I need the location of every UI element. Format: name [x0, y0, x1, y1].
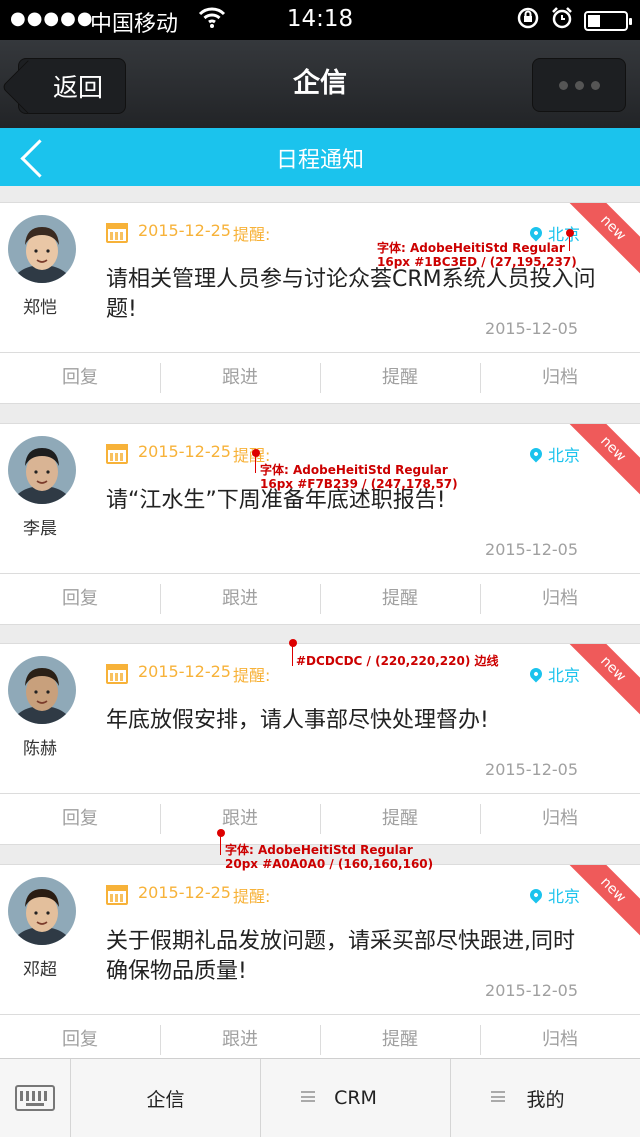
notification-card[interactable]: 郑恺 2015-12-25 提醒: 北京 new 请相关管理人员参与讨论众荟CR… [0, 202, 640, 404]
archive-button[interactable]: 归档 [480, 574, 640, 624]
user-name: 郑恺 [23, 298, 57, 318]
user-name: 李晨 [23, 519, 57, 539]
nav-bar: 返回 企信 [0, 40, 640, 128]
schedule-date: 2015-12-25 [138, 883, 231, 902]
annotation-line: 字体: AdobeHeitiStd Regular [260, 463, 448, 477]
remind-button[interactable]: 提醒 [320, 574, 480, 624]
annotation-leader [220, 833, 221, 855]
user-name: 陈赫 [23, 739, 57, 759]
keyboard-icon [15, 1085, 55, 1111]
avatar [8, 656, 76, 724]
bottom-tab-bar: 企信 CRM 我的 [0, 1058, 640, 1137]
sub-title: 日程通知 [275, 148, 364, 173]
calendar-icon [106, 664, 128, 684]
calendar-icon [106, 223, 128, 243]
annotation-marker [289, 639, 297, 647]
tab-crm[interactable]: CRM [261, 1059, 451, 1137]
location-pin-icon [527, 665, 545, 683]
design-annotation: 字体: AdobeHeitiStd Regular 16px #F7B239 / … [260, 463, 458, 491]
calendar-icon [106, 444, 128, 464]
menu-icon [491, 1091, 505, 1102]
tab-label: 企信 [146, 1088, 185, 1111]
location-pin-icon [527, 224, 545, 242]
annotation-line: 20px #A0A0A0 / (160,160,160) [225, 857, 434, 871]
remind-label[interactable]: 提醒: [233, 662, 270, 686]
annotation-line: 字体: AdobeHeitiStd Regular [377, 241, 565, 255]
battery-icon [584, 11, 632, 31]
remind-label[interactable]: 提醒: [233, 221, 270, 245]
location-label: 北京 [547, 446, 580, 465]
action-bar: 回复 跟进 提醒 归档 [0, 352, 640, 403]
location: 北京 [527, 883, 580, 907]
archive-button[interactable]: 归档 [480, 794, 640, 844]
tab-label: 我的 [526, 1088, 565, 1111]
location: 北京 [527, 442, 580, 466]
remind-button[interactable]: 提醒 [320, 794, 480, 844]
sent-date: 2015-12-05 [485, 760, 578, 779]
more-button[interactable] [532, 58, 626, 112]
tab-mine[interactable]: 我的 [451, 1059, 640, 1137]
avatar [8, 215, 76, 283]
action-bar: 回复 跟进 提醒 归档 [0, 573, 640, 624]
reply-button[interactable]: 回复 [0, 794, 160, 844]
location-label: 北京 [547, 887, 580, 906]
remind-label[interactable]: 提醒: [233, 883, 270, 907]
schedule-date: 2015-12-25 [138, 662, 231, 681]
annotation-line: 16px #F7B239 / (247,178,57) [260, 477, 458, 491]
remind-button[interactable]: 提醒 [320, 353, 480, 403]
annotation-marker [252, 449, 260, 457]
archive-button[interactable]: 归档 [480, 353, 640, 403]
sub-nav-bar: 日程通知 [0, 128, 640, 186]
keyboard-toggle[interactable] [0, 1059, 71, 1137]
annotation-leader [255, 453, 256, 473]
tab-label: CRM [334, 1087, 377, 1109]
avatar [8, 877, 76, 945]
rotation-lock-icon [516, 6, 540, 36]
user-name: 邓超 [23, 960, 57, 980]
alarm-icon [550, 6, 574, 36]
design-annotation: #DCDCDC / (220,220,220) 边线 [296, 654, 499, 668]
annotation-marker [566, 229, 574, 237]
follow-up-button[interactable]: 跟进 [160, 353, 320, 403]
calendar-icon [106, 885, 128, 905]
location: 北京 [527, 662, 580, 686]
location-pin-icon [527, 445, 545, 463]
annotation-leader [292, 643, 293, 666]
sent-date: 2015-12-05 [485, 319, 578, 338]
follow-up-button[interactable]: 跟进 [160, 794, 320, 844]
notification-card[interactable]: 陈赫 2015-12-25 提醒: 北京 new 年底放假安排，请人事部尽快处理… [0, 643, 640, 845]
sent-date: 2015-12-05 [485, 981, 578, 1000]
schedule-date: 2015-12-25 [138, 221, 231, 240]
message-text: 关于假期礼品发放问题，请采买部尽快跟进,同时确保物品质量! [106, 929, 575, 984]
action-bar: 回复 跟进 提醒 归档 [0, 793, 640, 844]
reply-button[interactable]: 回复 [0, 353, 160, 403]
more-dots-icon [558, 80, 568, 90]
design-annotation: 字体: AdobeHeitiStd Regular 16px #1BC3ED / … [377, 241, 577, 269]
message-text: 请相关管理人员参与讨论众荟CRM系统人员投入问题! [106, 267, 596, 322]
sent-date: 2015-12-05 [485, 540, 578, 559]
location-label: 北京 [547, 666, 580, 685]
annotation-line: 16px #1BC3ED / (27,195,237) [377, 255, 577, 269]
menu-icon [301, 1091, 315, 1102]
avatar [8, 436, 76, 504]
location-pin-icon [527, 886, 545, 904]
status-bar: ●●●●● 中国移动 14:18 [0, 0, 640, 40]
tab-qixin[interactable]: 企信 [71, 1059, 261, 1137]
annotation-line: 字体: AdobeHeitiStd Regular [225, 843, 413, 857]
follow-up-button[interactable]: 跟进 [160, 574, 320, 624]
message-text: 年底放假安排，请人事部尽快处理督办! [106, 708, 489, 733]
annotation-line: #DCDCDC / (220,220,220) 边线 [296, 654, 499, 668]
reply-button[interactable]: 回复 [0, 574, 160, 624]
schedule-date: 2015-12-25 [138, 442, 231, 461]
design-annotation: 字体: AdobeHeitiStd Regular 20px #A0A0A0 / … [225, 843, 433, 871]
notification-card[interactable]: 李晨 2015-12-25 提醒: 北京 new 请“江水生”下周准备年底述职报… [0, 423, 640, 625]
annotation-marker [217, 829, 225, 837]
notification-card[interactable]: 邓超 2015-12-25 提醒: 北京 new 关于假期礼品发放问题，请采买部… [0, 864, 640, 1066]
